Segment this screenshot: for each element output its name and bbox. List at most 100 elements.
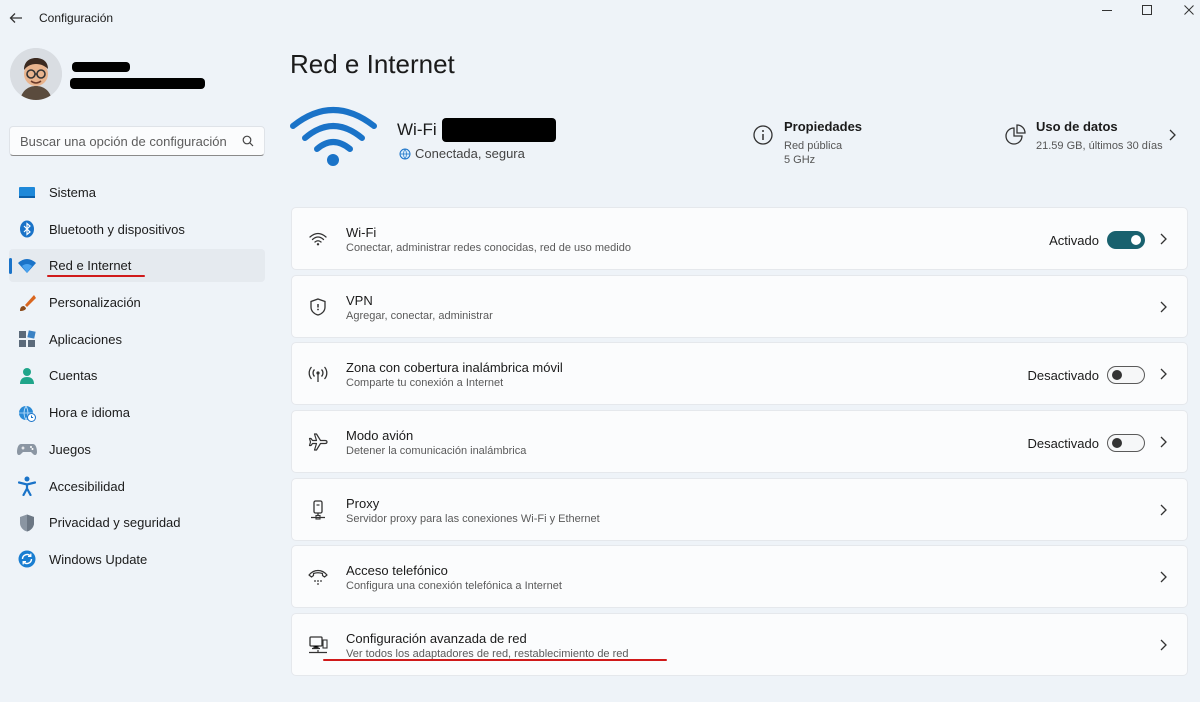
- chevron-right-icon: [1160, 639, 1167, 651]
- title-bar: Configuración: [0, 0, 1200, 38]
- card-vpn[interactable]: VPN Agregar, conectar, administrar: [291, 274, 1188, 338]
- hotspot-toggle[interactable]: [1107, 366, 1145, 385]
- card-hotspot[interactable]: Zona con cobertura inalámbrica móvil Com…: [291, 342, 1188, 406]
- pie-chart-icon: [1005, 124, 1026, 145]
- airplane-mode-toggle[interactable]: [1107, 434, 1145, 453]
- apps-icon: [17, 329, 37, 349]
- sidebar-item-hora-e-idioma[interactable]: Hora e idioma: [9, 396, 265, 429]
- sidebar-item-red-e-internet[interactable]: Red e Internet: [9, 249, 265, 283]
- wifi-icon: [17, 256, 37, 276]
- card-subtitle: Configura una conexión telefónica a Inte…: [346, 580, 562, 593]
- toggle-knob: [1112, 438, 1122, 449]
- card-title: Wi-Fi: [346, 225, 377, 240]
- data-usage-detail: 21.59 GB, últimos 30 días: [1036, 140, 1163, 152]
- maximize-button[interactable]: [1124, 0, 1170, 20]
- card-title: Proxy: [346, 495, 380, 511]
- hotspot-icon: [308, 364, 328, 384]
- maximize-icon: [1142, 5, 1152, 15]
- card-proxy[interactable]: Proxy Servidor proxy para las conexiones…: [291, 477, 1188, 541]
- card-title: VPN: [346, 292, 373, 308]
- accessibility-icon: [17, 476, 37, 496]
- sidebar-item-accesibilidad[interactable]: Accesibilidad: [9, 470, 265, 503]
- sidebar-item-label: Cuentas: [49, 368, 98, 384]
- data-usage-link[interactable]: Uso de datos 21.59 GB, últimos 30 días: [1004, 119, 1163, 153]
- card-subtitle: Comparte tu conexión a Internet: [346, 377, 504, 390]
- toggle-state-label: Activado: [1049, 233, 1099, 248]
- globe-icon: [399, 148, 411, 159]
- sidebar-item-privacidad[interactable]: Privacidad y seguridad: [9, 506, 265, 539]
- chevron-right-icon: [1160, 233, 1167, 245]
- sidebar-item-cuentas[interactable]: Cuentas: [9, 359, 265, 392]
- minimize-icon: [1102, 10, 1112, 11]
- close-button[interactable]: [1166, 0, 1200, 20]
- chevron-right-icon: [1160, 436, 1167, 448]
- toggle-knob: [1131, 235, 1141, 245]
- chevron-right-icon: [1160, 504, 1167, 516]
- sidebar-item-label: Windows Update: [49, 551, 148, 567]
- card-subtitle: Servidor proxy para las conexiones Wi-Fi…: [346, 512, 600, 525]
- monitor-icon: [17, 183, 37, 203]
- card-title: Zona con cobertura inalámbrica móvil: [346, 360, 563, 376]
- dialup-icon: [308, 567, 328, 587]
- sidebar-item-aplicaciones[interactable]: Aplicaciones: [9, 323, 265, 356]
- connection-status: Conectada, segura: [399, 146, 525, 161]
- toggle-state-label: Desactivado: [1027, 368, 1099, 384]
- vpn-shield-icon: [308, 297, 328, 317]
- sidebar-item-bluetooth[interactable]: Bluetooth y dispositivos: [9, 213, 265, 246]
- card-dial-up[interactable]: Acceso telefónico Configura una conexión…: [291, 545, 1188, 609]
- sidebar-item-label: Hora e idioma: [49, 405, 130, 421]
- sidebar-item-juegos[interactable]: Juegos: [9, 433, 265, 466]
- back-button[interactable]: [4, 6, 28, 30]
- search-icon: [242, 135, 254, 147]
- sidebar-item-label: Privacidad y seguridad: [49, 515, 181, 531]
- sidebar-item-sistema[interactable]: Sistema: [9, 176, 265, 209]
- info-icon: [753, 125, 773, 145]
- search-input[interactable]: Buscar una opción de configuración: [9, 126, 265, 156]
- redacted-ssid: [442, 118, 556, 142]
- redacted-username: [72, 62, 130, 72]
- data-usage-title: Uso de datos: [1036, 119, 1118, 134]
- card-title: Modo avión: [346, 428, 414, 444]
- properties-network-type: Red pública: [784, 140, 843, 152]
- arrow-left-icon: [9, 13, 22, 23]
- settings-list: Wi-Fi Conectar, administrar redes conoci…: [291, 207, 1188, 681]
- sidebar-item-label: Aplicaciones: [49, 331, 122, 347]
- chevron-right-icon[interactable]: [1166, 128, 1178, 142]
- card-advanced-network[interactable]: Configuración avanzada de red Ver todos …: [291, 613, 1188, 677]
- close-icon: [1184, 5, 1194, 15]
- brush-icon: [17, 293, 37, 313]
- card-title: Acceso telefónico: [346, 563, 448, 579]
- connection-status-text: Conectada, segura: [415, 146, 525, 161]
- search-placeholder: Buscar una opción de configuración: [20, 133, 227, 149]
- update-icon: [17, 549, 37, 569]
- avatar[interactable]: [10, 48, 62, 100]
- network-computer-icon: [308, 635, 328, 655]
- properties-link[interactable]: Propiedades Red pública 5 GHz: [752, 119, 862, 167]
- wifi-icon: [308, 229, 328, 249]
- card-subtitle: Conectar, administrar redes conocidas, r…: [346, 242, 631, 254]
- chevron-right-icon: [1160, 301, 1167, 313]
- globe-clock-icon: [17, 403, 37, 423]
- chevron-right-icon: [1160, 368, 1167, 380]
- card-title: Configuración avanzada de red: [346, 631, 527, 647]
- card-wifi[interactable]: Wi-Fi Conectar, administrar redes conoci…: [291, 207, 1188, 270]
- sidebar-item-label: Personalización: [49, 295, 141, 311]
- memoji-avatar-icon: [10, 48, 62, 100]
- app-title: Configuración: [39, 11, 114, 25]
- wifi-large-icon: [290, 104, 378, 170]
- highlight-underline-nav: [47, 275, 145, 277]
- card-airplane-mode[interactable]: Modo avión Detener la comunicación inalá…: [291, 410, 1188, 474]
- wifi-toggle[interactable]: [1107, 231, 1145, 249]
- connection-name: Wi-Fi: [397, 120, 437, 139]
- card-subtitle: Detener la comunicación inalámbrica: [346, 445, 527, 458]
- redacted-email: [70, 78, 205, 89]
- chevron-right-icon: [1160, 571, 1167, 583]
- sidebar-item-label: Juegos: [49, 441, 91, 457]
- sidebar-item-personalizacion[interactable]: Personalización: [9, 286, 265, 319]
- sidebar-item-windows-update[interactable]: Windows Update: [9, 543, 265, 576]
- properties-band: 5 GHz: [784, 154, 816, 166]
- gamepad-icon: [17, 439, 37, 459]
- sidebar-item-label: Sistema: [49, 185, 96, 200]
- sidebar-nav: Sistema Bluetooth y dispositivos Red e I…: [9, 176, 265, 580]
- toggle-knob: [1112, 370, 1122, 381]
